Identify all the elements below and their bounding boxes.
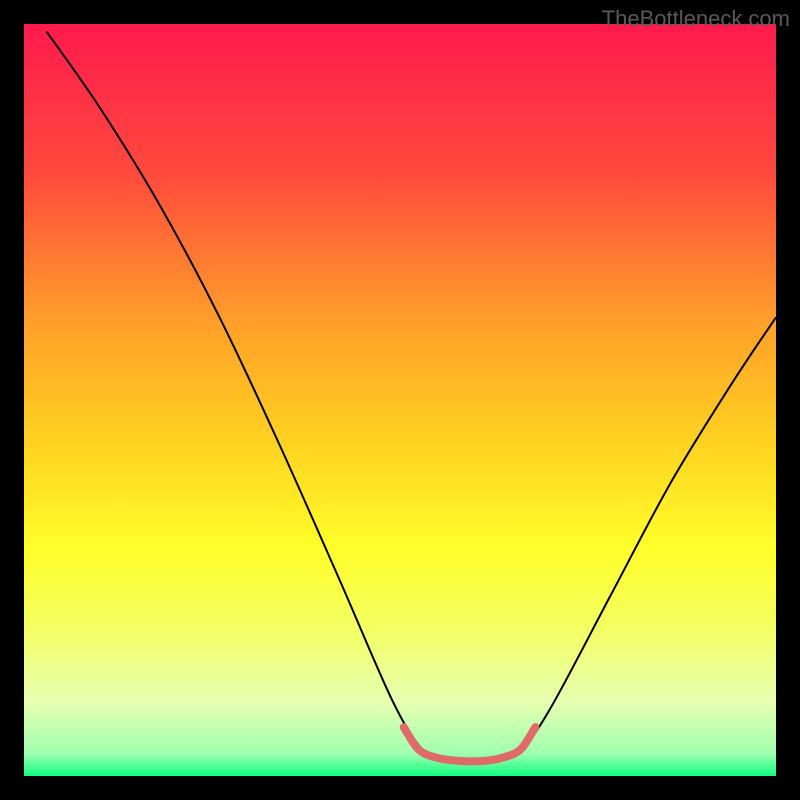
watermark-text: TheBottleneck.com	[602, 6, 790, 32]
chart-frame: TheBottleneck.com	[0, 0, 800, 800]
chart-svg	[24, 24, 776, 776]
plot-area	[24, 24, 776, 776]
chart-background	[24, 24, 776, 776]
